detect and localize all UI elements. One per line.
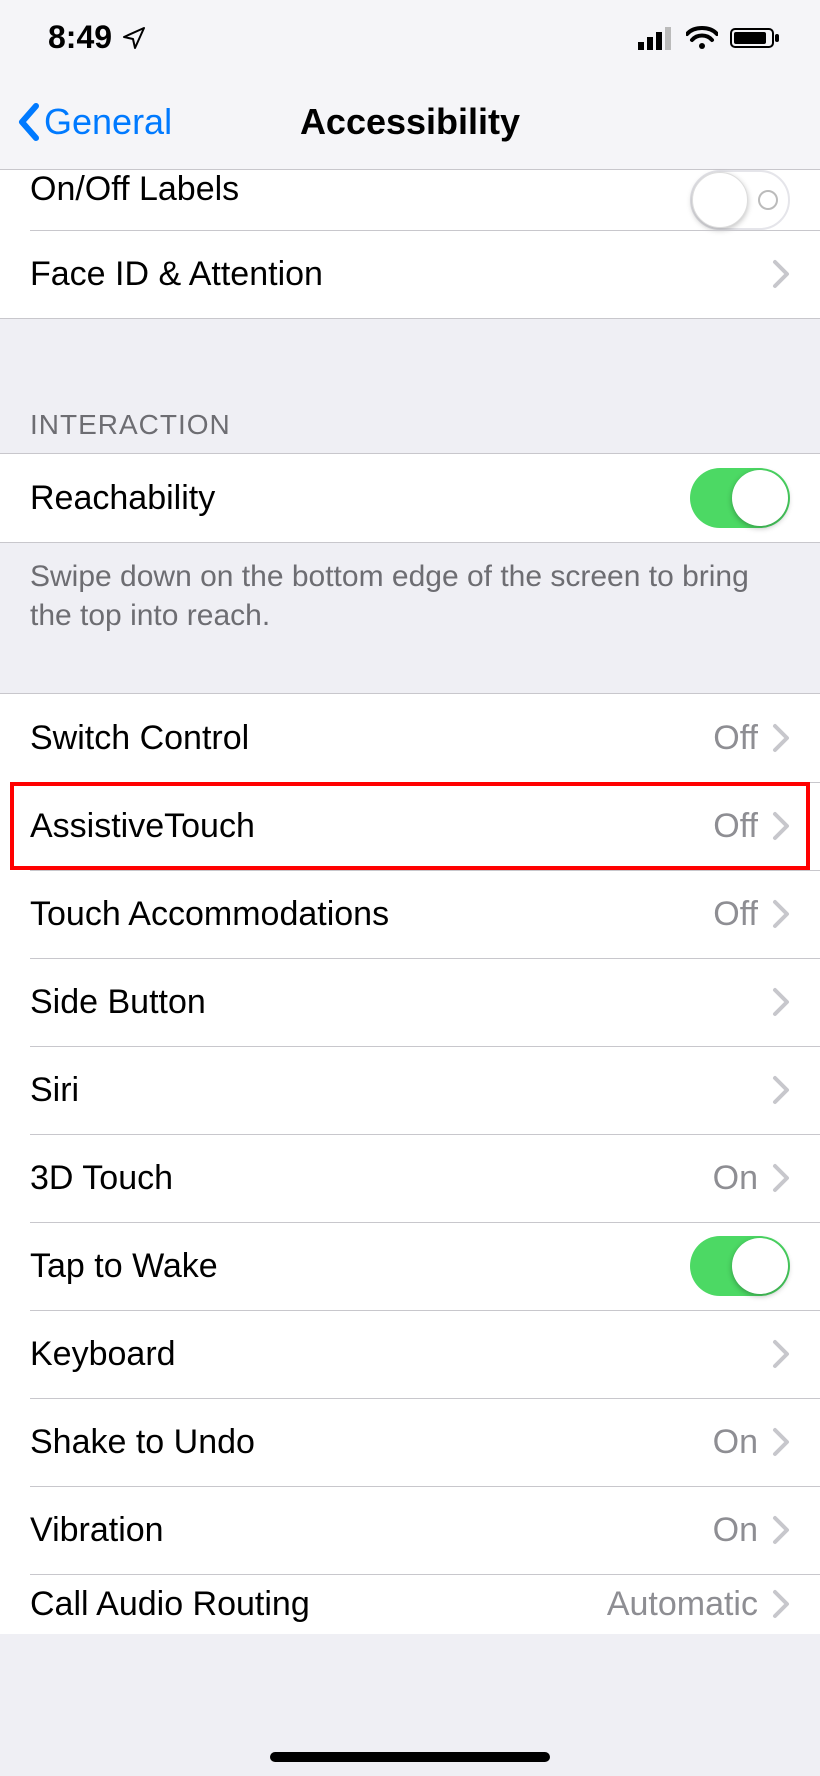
chevron-right-icon [772,1339,790,1369]
status-bar: 8:49 [0,0,820,75]
row-value: Off [713,807,758,846]
row-label: Vibration [30,1511,164,1550]
chevron-right-icon [772,811,790,841]
row-label: Shake to Undo [30,1423,255,1462]
row-label: Siri [30,1071,79,1110]
row-call-audio-routing[interactable]: Call Audio Routing Automatic [0,1574,820,1634]
row-siri[interactable]: Siri [0,1046,820,1134]
row-vibration[interactable]: Vibration On [0,1486,820,1574]
row-onoff-labels[interactable]: On/Off Labels [0,170,820,230]
chevron-right-icon [772,987,790,1017]
row-tap-to-wake[interactable]: Tap to Wake [0,1222,820,1310]
row-label: On/Off Labels [30,170,239,209]
location-icon [122,26,146,50]
chevron-right-icon [772,1515,790,1545]
row-label: AssistiveTouch [30,807,255,846]
row-label: Tap to Wake [30,1247,218,1286]
row-label: Touch Accommodations [30,895,389,934]
row-value: On [713,1423,758,1462]
status-right [638,26,780,50]
toggle-onoff-labels[interactable] [690,170,790,230]
chevron-right-icon [772,1427,790,1457]
row-keyboard[interactable]: Keyboard [0,1310,820,1398]
row-label: Reachability [30,479,215,518]
section-top: On/Off Labels Face ID & Attention [0,170,820,319]
chevron-right-icon [772,259,790,289]
row-value: On [713,1511,758,1550]
section-interaction-list: Switch Control Off AssistiveTouch Off To… [0,693,820,1634]
cellular-signal-icon [638,26,674,50]
section-header-interaction: INTERACTION [0,379,820,453]
row-label: Call Audio Routing [30,1585,310,1624]
row-switch-control[interactable]: Switch Control Off [0,694,820,782]
row-shake-to-undo[interactable]: Shake to Undo On [0,1398,820,1486]
chevron-right-icon [772,723,790,753]
toggle-tap-to-wake[interactable] [690,1236,790,1296]
chevron-right-icon [772,1163,790,1193]
row-value: On [713,1159,758,1198]
wifi-icon [686,26,718,50]
row-side-button[interactable]: Side Button [0,958,820,1046]
row-value: Off [713,719,758,758]
chevron-left-icon [14,102,42,142]
row-faceid-attention[interactable]: Face ID & Attention [0,230,820,318]
chevron-right-icon [772,899,790,929]
back-label: General [44,101,172,143]
status-left: 8:49 [48,19,146,56]
row-reachability[interactable]: Reachability [0,454,820,542]
row-label: Switch Control [30,719,249,758]
chevron-right-icon [772,1075,790,1105]
row-value: Automatic [607,1585,758,1624]
section-footer-reachability: Swipe down on the bottom edge of the scr… [0,543,820,663]
section-reachability: Reachability [0,453,820,543]
row-label: Face ID & Attention [30,255,323,294]
row-label: Keyboard [30,1335,176,1374]
row-value: Off [713,895,758,934]
chevron-right-icon [772,1589,790,1619]
nav-bar: General Accessibility [0,75,820,170]
battery-icon [730,26,780,50]
home-indicator[interactable] [270,1752,550,1762]
row-3d-touch[interactable]: 3D Touch On [0,1134,820,1222]
screen: 8:49 [0,0,820,1776]
back-button[interactable]: General [0,101,172,143]
row-touch-accommodations[interactable]: Touch Accommodations Off [0,870,820,958]
status-time: 8:49 [48,19,112,56]
row-label: 3D Touch [30,1159,173,1198]
row-label: Side Button [30,983,206,1022]
row-assistivetouch[interactable]: AssistiveTouch Off [0,782,820,870]
toggle-reachability[interactable] [690,468,790,528]
